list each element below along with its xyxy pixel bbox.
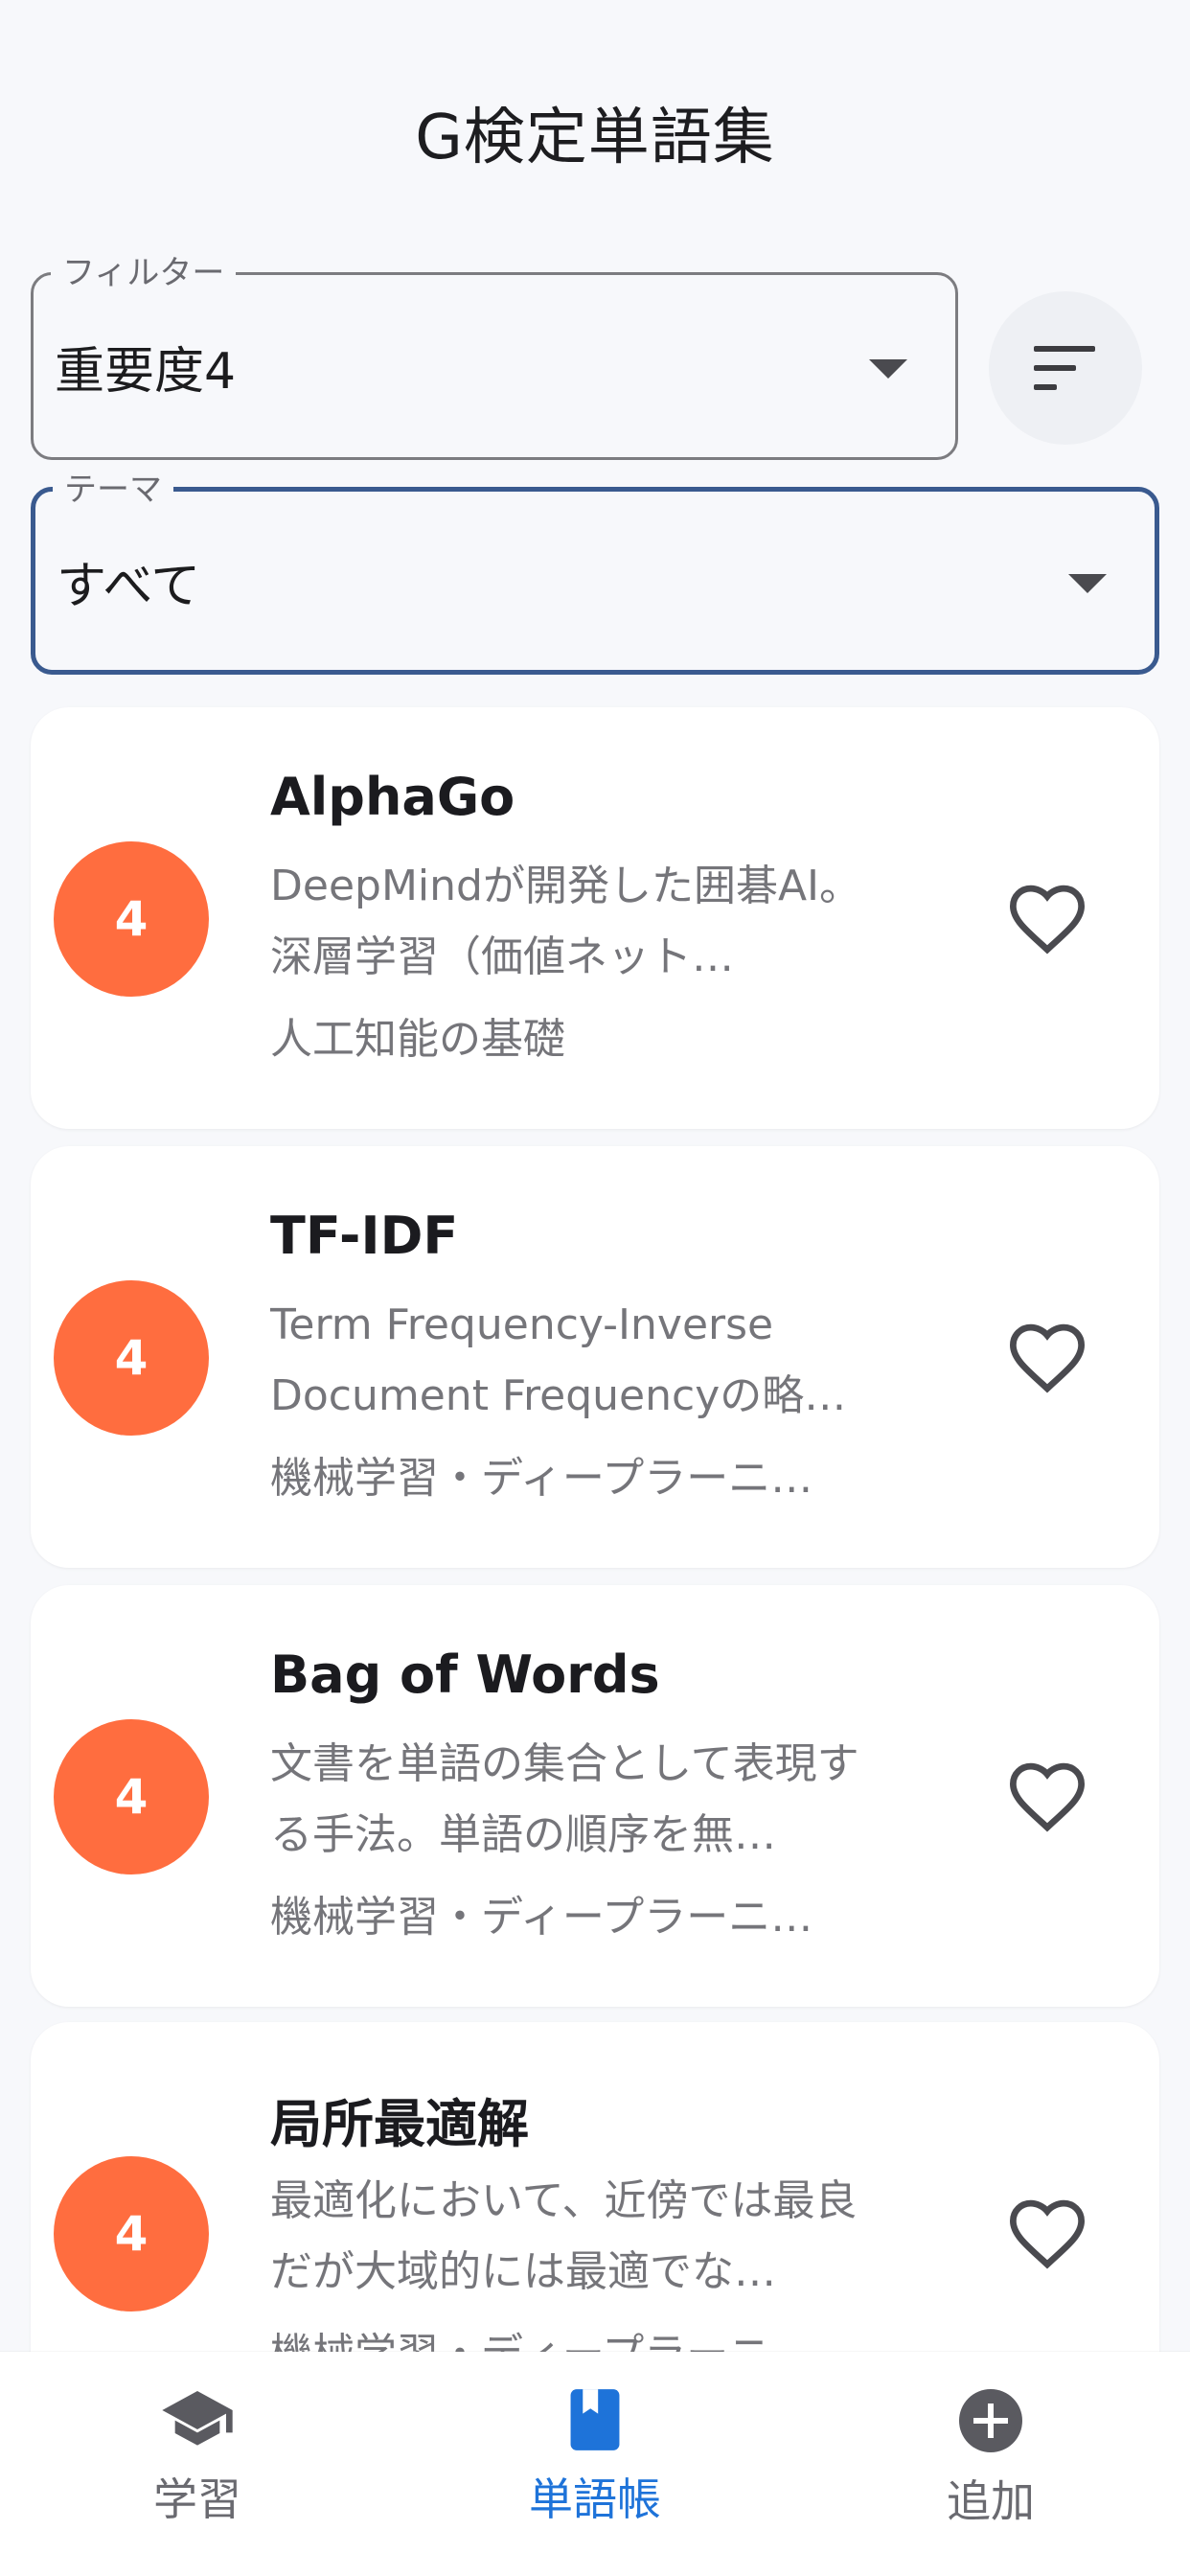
importance-badge: 4 bbox=[54, 1280, 209, 1436]
word-theme: 人工知能の基礎 bbox=[270, 1015, 565, 1064]
word-description: Term Frequency-Inverse Document Frequenc… bbox=[270, 1300, 847, 1420]
dropdown-arrow-icon bbox=[869, 359, 907, 379]
word-theme: 機械学習・ディープラーニ… bbox=[270, 1454, 813, 1503]
nav-label-add: 追加 bbox=[947, 2475, 1035, 2527]
nav-item-add[interactable]: 追加 bbox=[847, 2386, 1134, 2549]
word-term: AlphaGo bbox=[270, 767, 515, 827]
word-theme: 機械学習・ディープラーニ… bbox=[270, 1893, 813, 1942]
favorite-heart-icon[interactable] bbox=[1004, 876, 1090, 962]
add-circle-icon bbox=[959, 2389, 1022, 2452]
bottom-nav: 学習 単語帳 追加 bbox=[0, 2352, 1190, 2576]
word-term: TF-IDF bbox=[270, 1206, 459, 1266]
word-description: 最適化において、近傍では最良だが大域的には最適でな… bbox=[270, 2176, 858, 2296]
nav-label-study: 学習 bbox=[153, 2473, 241, 2525]
word-card[interactable]: 4 TF-IDF Term Frequency-Inverse Document… bbox=[31, 1146, 1159, 1568]
filter-dropdown[interactable]: フィルター 重要度4 bbox=[31, 254, 958, 460]
graduation-cap-icon bbox=[162, 2391, 233, 2446]
page-title: G検定単語集 bbox=[415, 103, 775, 173]
filter-value: 重要度4 bbox=[55, 342, 237, 401]
word-description: DeepMindが開発した囲碁AI。深層学習（価値ネット… bbox=[270, 862, 862, 981]
word-term: Bag of Words bbox=[270, 1644, 660, 1705]
word-card[interactable]: 4 Bag of Words 文書を単語の集合として表現する手法。単語の順序を無… bbox=[31, 1585, 1159, 2007]
favorite-heart-icon[interactable] bbox=[1004, 2191, 1090, 2277]
importance-badge: 4 bbox=[54, 841, 209, 997]
importance-badge: 4 bbox=[54, 2156, 209, 2312]
theme-dropdown[interactable]: テーマ すべて bbox=[31, 471, 1159, 675]
nav-label-wordbook: 単語帳 bbox=[529, 2473, 661, 2525]
favorite-heart-icon[interactable] bbox=[1004, 1754, 1090, 1840]
word-description: 文書を単語の集合として表現する手法。単語の順序を無… bbox=[270, 1739, 859, 1859]
dropdown-arrow-icon bbox=[1068, 574, 1107, 593]
word-term: 局所最適解 bbox=[270, 2094, 529, 2154]
favorite-heart-icon[interactable] bbox=[1004, 1315, 1090, 1401]
nav-item-study[interactable]: 学習 bbox=[54, 2386, 341, 2549]
word-card[interactable]: 4 AlphaGo DeepMindが開発した囲碁AI。深層学習（価値ネット… … bbox=[31, 707, 1159, 1129]
importance-badge: 4 bbox=[54, 1719, 209, 1874]
sort-button[interactable] bbox=[989, 291, 1142, 445]
sort-icon bbox=[1034, 346, 1095, 390]
nav-item-wordbook[interactable]: 単語帳 bbox=[451, 2386, 739, 2549]
book-icon bbox=[570, 2389, 620, 2450]
theme-value: すべて bbox=[57, 557, 201, 615]
